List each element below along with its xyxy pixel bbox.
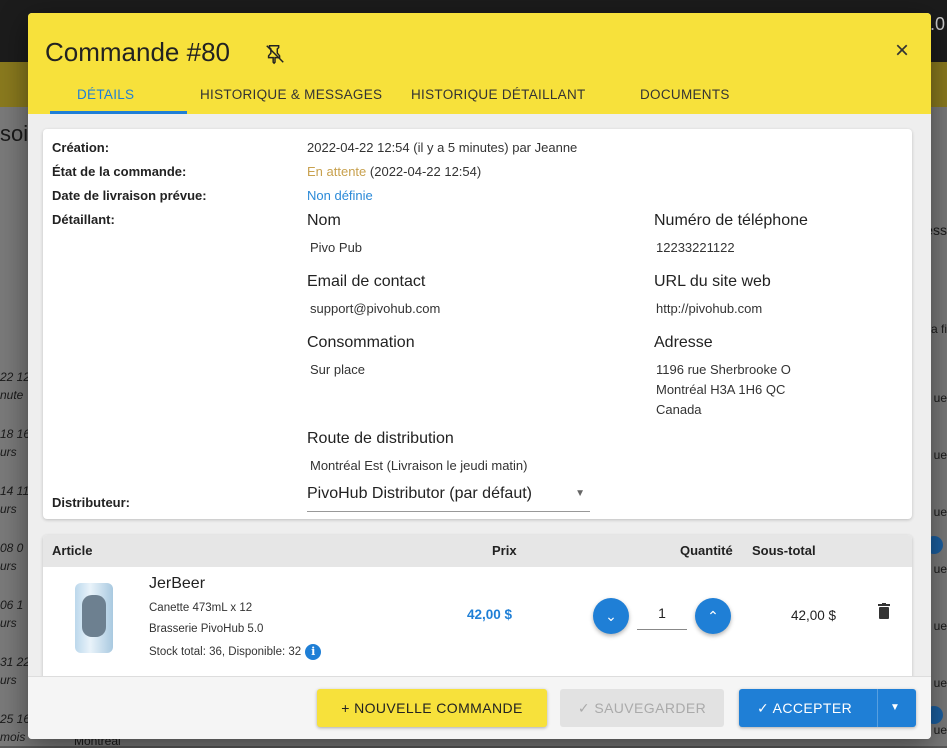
product-price: 42,00 $ (467, 607, 513, 622)
bg-right-text: a fi (930, 322, 947, 336)
product-brewery: Brasserie PivoHub 5.0 (149, 623, 264, 635)
bg-row-date: 06 1 (0, 598, 24, 612)
column-header-article: Article (52, 543, 93, 558)
delivery-date-link[interactable]: Non définie (307, 188, 373, 203)
increase-quantity-button[interactable]: ⌃ (695, 598, 731, 634)
distribution-route-label: Route de distribution (307, 430, 454, 447)
bg-right-text: ue (933, 676, 947, 690)
table-header: Article Prix Quantité Sous-total (43, 535, 912, 567)
tab-details[interactable]: DÉTAILS (77, 87, 134, 102)
address-line: Montréal H3A 1H6 QC (656, 382, 786, 397)
chevron-down-icon[interactable]: ▼ (890, 689, 900, 727)
bg-right-text: ue (933, 619, 947, 633)
bg-row-age: urs (0, 673, 17, 687)
bg-right-text: ue (933, 448, 947, 462)
phone-label: Numéro de téléphone (654, 212, 808, 229)
consumption-label: Consommation (307, 334, 415, 351)
bg-row-date: 08 0 (0, 541, 24, 555)
email-link[interactable]: support@pivohub.com (310, 299, 440, 319)
bg-row-date: 14 11 (0, 484, 30, 498)
order-state-label: État de la commande: (52, 164, 187, 179)
retailer-label: Détaillant: (52, 212, 115, 227)
retailer-name-label: Nom (307, 212, 341, 229)
pin-off-icon[interactable] (264, 43, 286, 65)
bg-row-age: mois (0, 730, 26, 744)
product-name: JerBeer (149, 575, 206, 592)
close-icon[interactable]: × (895, 37, 909, 65)
email-label: Email de contact (307, 273, 426, 290)
distributor-select[interactable]: PivoHub Distributor (par défaut) ▼ (307, 485, 590, 512)
bg-right-text: ue (933, 391, 947, 405)
status-badge: En attente (307, 164, 367, 179)
order-dialog: Commande #80 × DÉTAILS HISTORIQUE & MESS… (28, 13, 931, 739)
column-header-subtotal: Sous-total (752, 543, 816, 558)
website-label: URL du site web (654, 273, 771, 290)
website-link[interactable]: http://pivohub.com (656, 299, 762, 319)
chevron-down-icon: ▼ (575, 488, 585, 499)
bg-row-date: 31 22 (0, 655, 31, 669)
creation-label: Création: (52, 140, 110, 155)
distributor-label: Distributeur: (52, 495, 130, 510)
address-line: 1196 rue Sherbrooke O (656, 362, 791, 377)
tab-retailer-history[interactable]: HISTORIQUE DÉTAILLANT (411, 87, 586, 102)
dialog-footer: + NOUVELLE COMMANDE ✓ SAUVEGARDER ✓ ACCE… (28, 676, 931, 739)
new-order-button[interactable]: + NOUVELLE COMMANDE (317, 689, 547, 727)
app-page-title: soi (0, 121, 29, 146)
product-image (75, 583, 113, 653)
dialog-title: Commande #80 (45, 37, 230, 67)
retailer-name-link[interactable]: Pivo Pub (310, 238, 362, 258)
delivery-date-label: Date de livraison prévue: (52, 188, 207, 203)
order-state-value: En attente (2022-04-22 12:54) (307, 164, 481, 179)
stock-text: Stock total: 36, Disponible: 32 (149, 646, 302, 659)
tab-history-messages[interactable]: HISTORIQUE & MESSAGES (200, 87, 382, 102)
order-state-date: (2022-04-22 12:54) (369, 164, 482, 179)
active-tab-indicator (50, 111, 187, 114)
info-icon[interactable]: i (305, 644, 322, 660)
column-header-quantity: Quantité (680, 543, 733, 558)
button-divider (877, 689, 878, 727)
bg-row-age: urs (0, 502, 17, 516)
tab-documents[interactable]: DOCUMENTS (640, 87, 730, 102)
dialog-header: Commande #80 × DÉTAILS HISTORIQUE & MESS… (28, 13, 931, 114)
row-subtotal: 42,00 $ (791, 608, 837, 623)
address-line: Canada (656, 402, 702, 417)
bg-right-text: ue (933, 505, 947, 519)
accept-button[interactable]: ✓ ACCEPTER ▼ (739, 689, 916, 727)
bg-right-text: ue (933, 562, 947, 576)
distribution-route-value: Montréal Est (Livraison le jeudi matin) (310, 458, 528, 473)
decrease-quantity-button[interactable]: ⌄ (593, 598, 629, 634)
creation-value: 2022-04-22 12:54 (il y a 5 minutes) par … (307, 140, 578, 155)
bg-right-text: ue (933, 723, 947, 737)
bg-row-age: urs (0, 616, 17, 630)
product-format: Canette 473mL x 12 (149, 602, 253, 614)
bg-row-age: urs (0, 559, 17, 573)
trash-icon[interactable] (878, 603, 890, 619)
bg-row-date: 22 12 (0, 370, 31, 384)
bg-row-date: 25 16 (0, 712, 31, 726)
column-header-price: Prix (492, 543, 517, 558)
address-label: Adresse (654, 334, 713, 351)
order-details-card: Création: 2022-04-22 12:54 (il y a 5 min… (43, 129, 912, 519)
save-button[interactable]: ✓ SAUVEGARDER (560, 689, 724, 727)
distributor-selected-value: PivoHub Distributor (par défaut) (307, 485, 532, 502)
bg-row-age: urs (0, 445, 17, 459)
consumption-value: Sur place (310, 362, 365, 377)
accept-button-label: ✓ ACCEPTER (757, 700, 853, 716)
bg-row-age: nute (0, 388, 24, 402)
quantity-input[interactable]: 1 (637, 605, 687, 630)
dialog-tabs: DÉTAILS HISTORIQUE & MESSAGES HISTORIQUE… (28, 85, 931, 114)
bg-row-date: 18 16 (0, 427, 31, 441)
phone-link[interactable]: 12233221122 (656, 238, 735, 258)
product-stock: Stock total: 36, Disponible: 32 i (149, 644, 322, 660)
